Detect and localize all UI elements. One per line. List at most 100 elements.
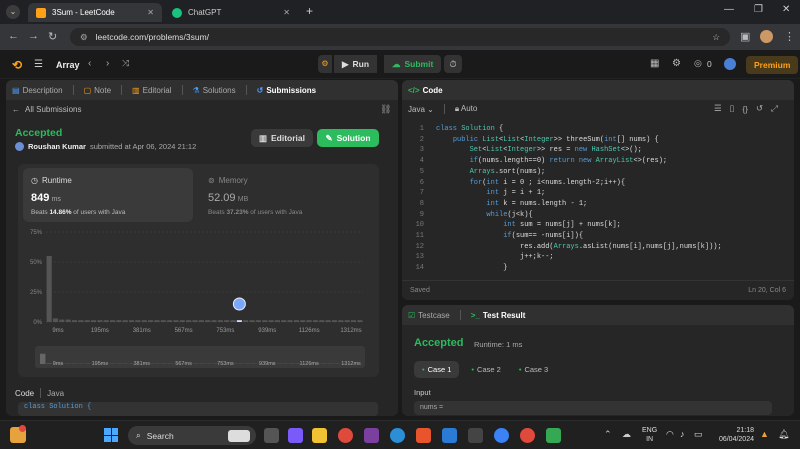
auto-mode-toggle[interactable]: 🔒︎ Auto — [455, 104, 478, 114]
solution-button[interactable]: ✎ Solution — [317, 129, 379, 147]
share-link-icon[interactable]: ⛓ — [380, 104, 391, 115]
braces-icon[interactable]: {} — [742, 104, 748, 114]
windows-start-icon[interactable] — [104, 428, 118, 442]
reset-icon[interactable]: ↺ — [756, 103, 763, 114]
input-box[interactable]: nums = — [414, 401, 772, 415]
shuffle-icon[interactable]: ⤨ — [122, 58, 129, 69]
copilot-icon[interactable]: ▲ — [760, 429, 769, 439]
code-line[interactable]: 2 public List<List<Integer>> threeSum(in… — [408, 135, 788, 146]
teams-icon[interactable] — [288, 428, 303, 443]
sidebar-icon[interactable]: ▣ — [740, 30, 750, 43]
code-line[interactable]: 9 while(j<k){ — [408, 210, 788, 221]
code-line[interactable]: 13 j++;k--; — [408, 252, 788, 263]
clock[interactable]: 21:18 06/04/2024 — [712, 426, 754, 444]
wifi-icon[interactable]: ◠ — [666, 429, 674, 440]
forward-icon[interactable]: → — [28, 30, 39, 42]
chrome-icon[interactable] — [338, 428, 353, 443]
editorial-button[interactable]: ▥ Editorial — [251, 129, 313, 147]
settings-icon[interactable]: ⚙ — [672, 58, 681, 69]
run-button[interactable]: ▶ Run — [334, 55, 378, 73]
app-icon[interactable] — [468, 428, 483, 443]
code-area[interactable]: 1 class Solution {2 public List<List<Inte… — [408, 124, 788, 274]
site-info-icon[interactable]: ⚙ — [80, 32, 88, 43]
taskbar-search[interactable]: ⌕ Search — [128, 426, 256, 445]
avatar[interactable] — [724, 58, 736, 70]
back-icon[interactable]: ← — [8, 30, 19, 42]
tab-test-result[interactable]: >_ Test Result — [471, 311, 526, 320]
code-line[interactable]: 5 Arrays.sort(nums); — [408, 167, 788, 178]
tab-editorial[interactable]: ▥ Editorial — [132, 86, 171, 95]
debug-icon[interactable]: ⚙ — [318, 55, 332, 73]
bookmark-icon[interactable]: ▯ — [730, 103, 735, 114]
file-explorer-icon[interactable] — [312, 428, 327, 443]
all-submissions-link[interactable]: ← All Submissions — [12, 105, 81, 114]
menu-icon[interactable]: ⋮ — [784, 30, 795, 43]
problem-list-label[interactable]: Array — [56, 60, 80, 70]
notification-bell-icon[interactable]: 🔔︎ — [778, 429, 789, 440]
battery-icon[interactable]: ▭ — [694, 429, 703, 440]
language-select[interactable]: Java ⌄ — [408, 105, 434, 114]
vscode-icon[interactable] — [442, 428, 457, 443]
runtime-card[interactable]: ◷ Runtime 849 ms Beats 14.86% of users wi… — [23, 168, 193, 222]
chrome-active-icon[interactable] — [520, 428, 535, 443]
format-icon[interactable]: ☰ — [714, 103, 722, 114]
onenote-icon[interactable] — [364, 428, 379, 443]
edge-icon[interactable] — [390, 428, 405, 443]
tab-search-icon[interactable]: ⌄ — [6, 5, 20, 19]
code-line[interactable]: 1 class Solution { — [408, 124, 788, 135]
submitted-code-preview[interactable]: class Solution { — [18, 402, 378, 416]
code-line[interactable]: 7 int j = i + 1; — [408, 188, 788, 199]
tray-expand-icon[interactable]: ⌃ — [604, 429, 612, 440]
bar — [293, 320, 299, 322]
code-line[interactable]: 11 if(sum== -nums[i]){ — [408, 231, 788, 242]
volume-icon[interactable]: ♪ — [680, 429, 685, 439]
close-icon[interactable]: ✕ — [147, 8, 154, 17]
cloud-icon[interactable]: ☁ — [622, 429, 631, 440]
tab-3sum[interactable]: 3Sum - LeetCode ✕ — [28, 3, 162, 22]
restore-icon[interactable]: ❐ — [754, 4, 763, 15]
new-tab-icon[interactable]: + — [306, 4, 313, 18]
bookmark-star-icon[interactable]: ☆ — [712, 32, 720, 43]
language-indicator[interactable]: ENG IN — [642, 426, 657, 444]
next-problem-icon[interactable]: › — [106, 58, 109, 69]
streak-icon[interactable]: ◎ — [694, 58, 702, 69]
code-line[interactable]: 10 int sum = nums[j] + nums[k]; — [408, 220, 788, 231]
close-window-icon[interactable]: ✕ — [782, 4, 790, 15]
memory-card[interactable]: ⊚ Memory 52.09 MB Beats 37.23% of users w… — [200, 168, 370, 222]
runtime-distribution-chart[interactable]: 75% 50% 25% 0% 9ms 195ms 381ms 567ms 753ms 939ms 1… — [18, 226, 379, 376]
url-field[interactable]: ⚙ leetcode.com/problems/3sum/ ☆ — [70, 28, 730, 46]
leetcode-logo-icon[interactable]: ⟲ — [12, 58, 22, 72]
code-line[interactable]: 4 if(nums.length==0) return new ArrayLis… — [408, 156, 788, 167]
code-line[interactable]: 14 } — [408, 263, 788, 274]
case-tab-1[interactable]: • Case 1 — [414, 361, 460, 378]
case-tab-2[interactable]: • Case 2 — [465, 361, 506, 378]
android-studio-icon[interactable] — [546, 428, 561, 443]
tab-solutions[interactable]: ⚗ Solutions — [193, 86, 236, 95]
code-line[interactable]: 8 int k = nums.length - 1; — [408, 199, 788, 210]
profile-avatar[interactable] — [760, 30, 773, 43]
code-line[interactable]: 12 res.add(Arrays.asList(nums[i],nums[j]… — [408, 242, 788, 253]
tab-chatgpt[interactable]: ChatGPT ✕ — [164, 3, 298, 22]
premium-button[interactable]: Premium — [746, 56, 799, 74]
case-tab-3[interactable]: • Case 3 — [513, 361, 554, 378]
tab-description[interactable]: ▤ Description — [12, 86, 63, 95]
task-view-icon[interactable] — [264, 428, 279, 443]
code-line[interactable]: 3 Set<List<Integer>> res = new HashSet<>… — [408, 145, 788, 156]
username[interactable]: Roushan Kumar — [28, 142, 86, 151]
problem-list-icon[interactable]: ☰ — [34, 59, 43, 70]
timer-icon[interactable]: ⏱ — [444, 55, 462, 73]
tab-note[interactable]: ▢ Note — [84, 86, 111, 95]
chrome-profile-icon[interactable] — [494, 428, 509, 443]
submit-button[interactable]: ☁ Submit — [384, 55, 442, 73]
fullscreen-icon[interactable]: ⤢ — [771, 103, 778, 114]
reload-icon[interactable]: ↻ — [48, 30, 57, 43]
line-text: if(sum== -nums[i]){ — [503, 232, 584, 241]
prev-problem-icon[interactable]: ‹ — [88, 58, 91, 69]
tab-testcase[interactable]: ☑ Testcase — [408, 311, 450, 320]
close-icon[interactable]: ✕ — [283, 8, 290, 17]
minimize-icon[interactable]: — — [724, 4, 734, 15]
brave-icon[interactable] — [416, 428, 431, 443]
layout-icon[interactable]: ▦ — [650, 58, 659, 69]
code-line[interactable]: 6 for(int i = 0 ; i<nums.length-2;i++){ — [408, 178, 788, 189]
tab-submissions[interactable]: ↺ Submissions — [257, 86, 317, 95]
